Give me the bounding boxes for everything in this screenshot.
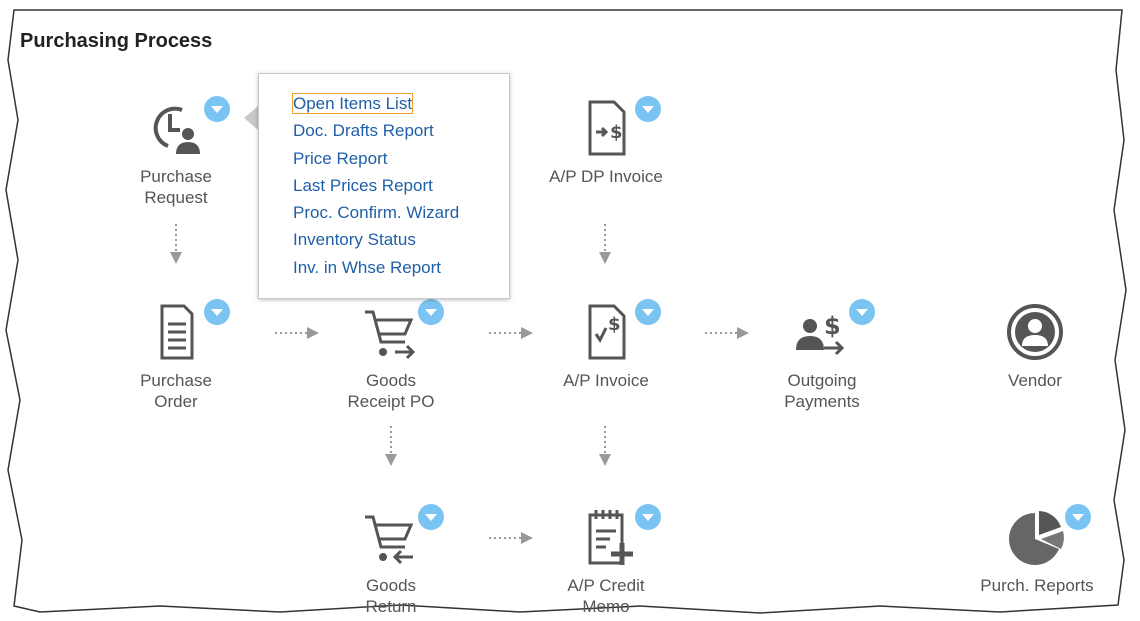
goods-receipt-po-label: Goods Receipt PO bbox=[347, 371, 435, 411]
cart-arrow-left-icon bbox=[355, 505, 427, 569]
menu-item-price-report[interactable]: Price Report bbox=[293, 145, 509, 172]
goods-return-menu-badge[interactable] bbox=[418, 504, 444, 530]
ap-credit-memo-menu-badge[interactable] bbox=[635, 504, 661, 530]
arrow-right-invoice-to-payments bbox=[705, 327, 749, 339]
purchase-request-popup-menu: Open Items List Doc. Drafts Report Price… bbox=[258, 73, 510, 299]
person-circle-icon bbox=[999, 300, 1071, 364]
svg-text:$: $ bbox=[824, 312, 841, 340]
people-dollar-icon: $ bbox=[786, 300, 858, 364]
purch-reports-label: Purch. Reports bbox=[980, 576, 1094, 595]
ap-invoice-menu-badge[interactable] bbox=[635, 299, 661, 325]
menu-item-proc-confirm-wizard[interactable]: Proc. Confirm. Wizard bbox=[293, 199, 509, 226]
goods-return-label: Goods Return bbox=[365, 576, 417, 616]
arrow-down-invoice-to-credit-memo bbox=[599, 426, 611, 466]
calendar-plus-icon bbox=[570, 505, 642, 569]
pie-chart-icon bbox=[1001, 505, 1073, 569]
purch-reports-menu-badge[interactable] bbox=[1065, 504, 1091, 530]
purchase-order-label: Purchase Order bbox=[140, 371, 212, 411]
purchase-request-label: Purchase Request bbox=[140, 167, 212, 207]
arrow-down-dp-invoice-to-invoice bbox=[599, 224, 611, 264]
invoice-check-dollar-icon: $ bbox=[570, 300, 642, 364]
document-dollar-icon: $ bbox=[570, 96, 642, 160]
menu-item-inv-in-whse-report[interactable]: Inv. in Whse Report bbox=[293, 254, 509, 281]
outgoing-payments-menu-badge[interactable] bbox=[849, 299, 875, 325]
page-title: Purchasing Process bbox=[20, 30, 213, 52]
cart-arrow-right-icon bbox=[355, 300, 427, 364]
svg-text:$: $ bbox=[610, 122, 623, 143]
document-icon bbox=[140, 300, 212, 364]
menu-item-last-prices-report[interactable]: Last Prices Report bbox=[293, 172, 509, 199]
ap-dp-invoice-label: A/P DP Invoice bbox=[549, 167, 663, 186]
menu-item-doc-drafts-report[interactable]: Doc. Drafts Report bbox=[293, 117, 509, 144]
menu-item-inventory-status[interactable]: Inventory Status bbox=[293, 226, 509, 253]
ap-invoice-label: A/P Invoice bbox=[563, 371, 649, 390]
menu-item-open-items-list[interactable]: Open Items List bbox=[291, 90, 509, 117]
ap-credit-memo-label: A/P Credit Memo bbox=[567, 576, 645, 616]
svg-text:$: $ bbox=[608, 314, 621, 335]
arrow-down-request-to-order bbox=[170, 224, 182, 264]
goods-receipt-po-menu-badge[interactable] bbox=[418, 299, 444, 325]
arrow-down-receipt-to-return bbox=[385, 426, 397, 466]
vendor-label: Vendor bbox=[1008, 371, 1062, 390]
popup-pointer bbox=[244, 106, 258, 130]
arrow-right-order-to-receipt bbox=[275, 327, 319, 339]
arrow-right-return-to-credit-memo bbox=[489, 532, 533, 544]
outgoing-payments-label: Outgoing Payments bbox=[784, 371, 860, 411]
clock-person-icon bbox=[140, 96, 212, 160]
purchase-request-menu-badge[interactable] bbox=[204, 96, 230, 122]
purchase-order-menu-badge[interactable] bbox=[204, 299, 230, 325]
arrow-right-receipt-to-invoice bbox=[489, 327, 533, 339]
ap-dp-invoice-menu-badge[interactable] bbox=[635, 96, 661, 122]
